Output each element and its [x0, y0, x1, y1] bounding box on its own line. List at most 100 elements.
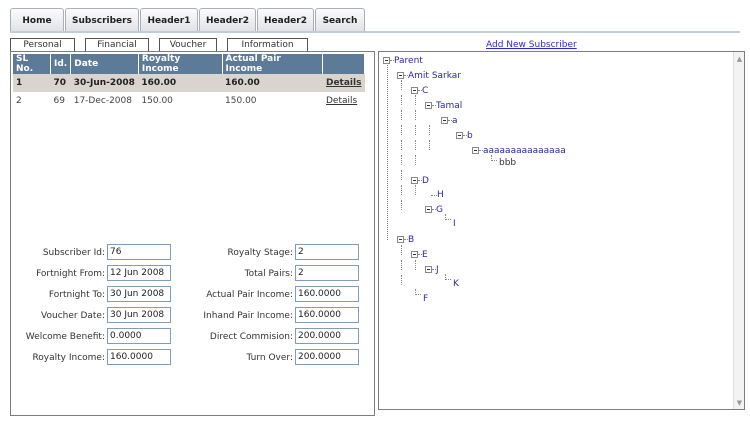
collapse-icon[interactable] — [425, 266, 432, 273]
collapse-icon[interactable] — [397, 72, 404, 79]
collapse-icon[interactable] — [472, 147, 479, 154]
vertical-scrollbar[interactable]: ▲ ▼ — [733, 52, 744, 409]
tree-connector — [401, 200, 402, 210]
tree-node-label: K — [453, 279, 459, 289]
nav-tab-home[interactable]: Home — [10, 8, 64, 32]
tree-connector — [401, 155, 402, 165]
tree-node-k[interactable]: K — [453, 278, 459, 290]
collapse-icon[interactable] — [411, 177, 418, 184]
tree-node-b[interactable]: b — [456, 130, 473, 142]
collapse-icon[interactable] — [425, 206, 432, 213]
direct-commision-field[interactable] — [295, 328, 359, 344]
royalty-income-field[interactable] — [107, 349, 171, 365]
cell-royalty: 150.00 — [141, 96, 173, 106]
fortnight-from-field[interactable] — [107, 265, 171, 281]
cell-sl: 1 — [13, 74, 51, 92]
tree-connector — [445, 274, 451, 280]
column-header: Actual Pair Income — [222, 54, 324, 74]
nav-tab-header2[interactable]: Header2 — [199, 8, 256, 32]
tree-node-label: a — [452, 116, 458, 126]
total-pairs-field[interactable] — [295, 265, 359, 281]
details-link[interactable]: Details — [326, 78, 361, 88]
tree-node-label: Parent — [394, 56, 423, 66]
voucher-table: SL No. Id. Date Royalty Income Actual Pa… — [13, 54, 365, 110]
tree-connector — [415, 260, 416, 270]
scroll-up-icon[interactable]: ▲ — [735, 54, 744, 63]
tab-information[interactable]: Information — [227, 38, 308, 51]
subscriber-id-label: Subscriber Id: — [42, 248, 105, 258]
tree-connector — [415, 110, 416, 120]
inhand-pair-income-field[interactable] — [295, 307, 359, 323]
tree-node-label: Amit Sarkar — [408, 71, 462, 81]
tree-node-label: bbb — [499, 158, 517, 168]
tree-connector — [401, 260, 402, 270]
tab-financial[interactable]: Financial — [85, 38, 149, 51]
voucher-date-label: Voucher Date: — [41, 311, 105, 321]
tree-connector — [401, 170, 402, 180]
tab-voucher[interactable]: Voucher — [159, 38, 217, 51]
tree-node-label: H — [437, 190, 444, 200]
collapse-icon[interactable] — [411, 87, 418, 94]
collapse-icon[interactable] — [441, 117, 448, 124]
tree-node-label: b — [467, 131, 473, 141]
tree-node-j[interactable]: J — [425, 264, 439, 276]
nav-tab-header2-second[interactable]: Header2 — [257, 8, 314, 32]
tree-connector — [401, 140, 402, 150]
tree-node-tamal[interactable]: Tamal — [425, 100, 462, 112]
tree-node-d[interactable]: D — [411, 175, 429, 187]
collapse-icon[interactable] — [425, 102, 432, 109]
cell-date: 30-Jun-2008 — [70, 74, 139, 92]
tree-node-parent[interactable]: Parent — [383, 55, 423, 67]
nav-divider — [10, 31, 740, 33]
tree-node-e[interactable]: E — [411, 249, 428, 261]
royalty-stage-label: Royalty Stage: — [227, 248, 293, 258]
voucher-panel: SL No. Id. Date Royalty Income Actual Pa… — [10, 51, 375, 416]
tree-node-i[interactable]: I — [453, 218, 456, 230]
tree-node-bbb[interactable]: bbb — [499, 157, 516, 169]
subscriber-id-field[interactable] — [107, 244, 171, 260]
tree-node-aaaaaaaaaaaaaaa[interactable]: aaaaaaaaaaaaaaa — [472, 145, 566, 157]
fortnight-to-field[interactable] — [107, 286, 171, 302]
tree-node-b-upper[interactable]: B — [397, 234, 414, 246]
table-header-row: SL No. Id. Date Royalty Income Actual Pa… — [13, 54, 365, 74]
details-link[interactable]: Details — [326, 96, 357, 106]
column-header: Id. — [50, 54, 72, 74]
tree-connector — [401, 95, 402, 105]
tree-connector — [445, 214, 451, 220]
fortnight-from-label: Fortnight From: — [36, 269, 105, 279]
tree-node-g[interactable]: G — [425, 204, 443, 216]
tree-node-label: E — [422, 250, 428, 260]
column-header: SL No. — [13, 54, 51, 74]
tree-connector — [401, 185, 402, 195]
scroll-down-icon[interactable]: ▼ — [735, 398, 744, 407]
nav-tab-search[interactable]: Search — [315, 8, 365, 32]
table-row[interactable]: 2 69 17-Dec-2008 150.00 150.00 Details — [13, 92, 365, 110]
fortnight-to-label: Fortnight To: — [48, 290, 105, 300]
tab-personal[interactable]: Personal — [10, 38, 75, 51]
tree-node-label: C — [422, 86, 429, 96]
royalty-stage-field[interactable] — [295, 244, 359, 260]
nav-tab-header1[interactable]: Header1 — [140, 8, 198, 32]
subscriber-tree-panel: Parent Amit Sarkar C Tamal a b aaaaaaaaa… — [378, 51, 745, 410]
welcome-benefit-field[interactable] — [107, 328, 171, 344]
tree-connector — [401, 110, 402, 120]
voucher-date-field[interactable] — [107, 307, 171, 323]
cell-id: 70 — [50, 74, 71, 92]
actual-pair-income-field[interactable] — [295, 286, 359, 302]
table-row[interactable]: 1 70 30-Jun-2008 160.00 160.00 Details — [13, 74, 365, 92]
add-new-subscriber-link[interactable]: Add New Subscriber — [486, 40, 577, 50]
collapse-icon[interactable] — [383, 57, 390, 64]
tree-connector — [415, 125, 416, 135]
tree-node-c[interactable]: C — [411, 85, 428, 97]
tree-node-h[interactable]: H — [437, 189, 444, 201]
collapse-icon[interactable] — [397, 236, 404, 243]
collapse-icon[interactable] — [411, 251, 418, 258]
turn-over-field[interactable] — [295, 349, 359, 365]
tree-node-a[interactable]: a — [441, 115, 458, 127]
tree-node-label: Tamal — [436, 101, 463, 111]
tree-node-f[interactable]: F — [423, 293, 428, 305]
collapse-icon[interactable] — [456, 132, 463, 139]
cell-date: 17-Dec-2008 — [73, 96, 132, 106]
tree-node-amit-sarkar[interactable]: Amit Sarkar — [397, 70, 461, 82]
nav-tab-subscribers[interactable]: Subscribers — [65, 8, 139, 32]
